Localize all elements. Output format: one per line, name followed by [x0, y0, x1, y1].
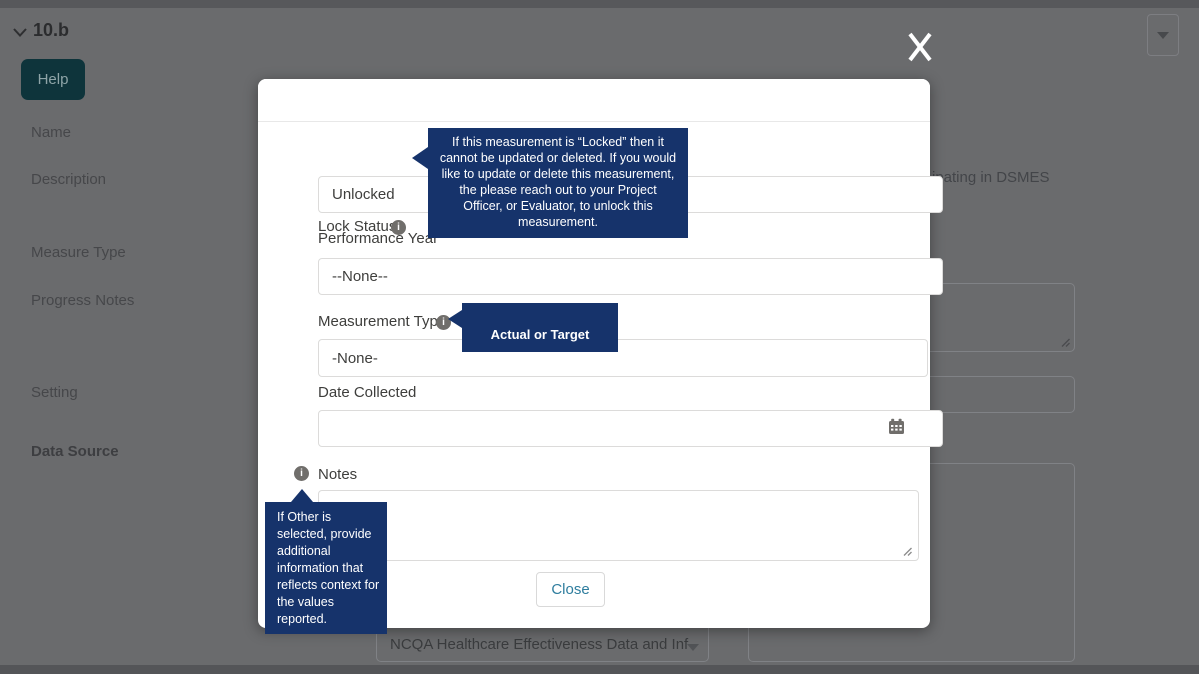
- measurement-type-tooltip-text: Actual or Target: [490, 327, 590, 342]
- help-button[interactable]: Help: [21, 59, 85, 100]
- measurement-type-input[interactable]: [318, 339, 928, 377]
- top-right-dropdown-button[interactable]: [1147, 14, 1179, 56]
- bg-label-measure-type: Measure Type: [31, 244, 126, 261]
- notes-textarea[interactable]: [318, 490, 919, 561]
- chevron-down-icon[interactable]: [12, 27, 28, 38]
- modal-header: [258, 79, 930, 122]
- calendar-icon[interactable]: [888, 418, 905, 435]
- dropdown-arrow-icon: [1157, 31, 1169, 39]
- resize-handle-icon[interactable]: [902, 546, 913, 557]
- section-title: 10.b: [33, 20, 70, 40]
- bg-label-progress-notes: Progress Notes: [31, 292, 135, 309]
- measurement-type-tooltip: Actual or Target: [448, 303, 618, 352]
- notes-tooltip: If Other is selected, provide additional…: [265, 489, 387, 634]
- date-collected-input[interactable]: [318, 410, 943, 447]
- bg-label-name: Name: [31, 124, 72, 141]
- select-arrow-icon: [687, 644, 699, 651]
- bg-clipped-text: ipating in DSMES: [932, 169, 1050, 186]
- close-icon[interactable]: [905, 30, 935, 64]
- close-button-label: Close: [551, 581, 590, 598]
- bg-data-source-select-value: NCQA Healthcare Effectiveness Data and I…: [390, 636, 690, 653]
- info-icon[interactable]: i: [294, 466, 309, 481]
- date-collected-label: Date Collected: [318, 384, 417, 401]
- measurement-type-label: Measurement Type: [318, 313, 447, 330]
- bg-label-data-source: Data Source: [31, 443, 119, 460]
- performance-year-label: Performance Year: [318, 230, 439, 247]
- resize-handle-icon: [1061, 338, 1070, 347]
- lock-status-tooltip: If this measurement is “Locked” then it …: [412, 128, 688, 238]
- close-button[interactable]: Close: [536, 572, 605, 607]
- bottom-dark-strip: [0, 665, 1199, 674]
- bg-label-setting: Setting: [31, 384, 78, 401]
- performance-year-input[interactable]: [318, 258, 943, 295]
- bg-label-description: Description: [31, 171, 107, 188]
- help-button-label: Help: [37, 71, 69, 88]
- top-dark-strip: [0, 0, 1199, 8]
- notes-label: Notes: [318, 466, 358, 483]
